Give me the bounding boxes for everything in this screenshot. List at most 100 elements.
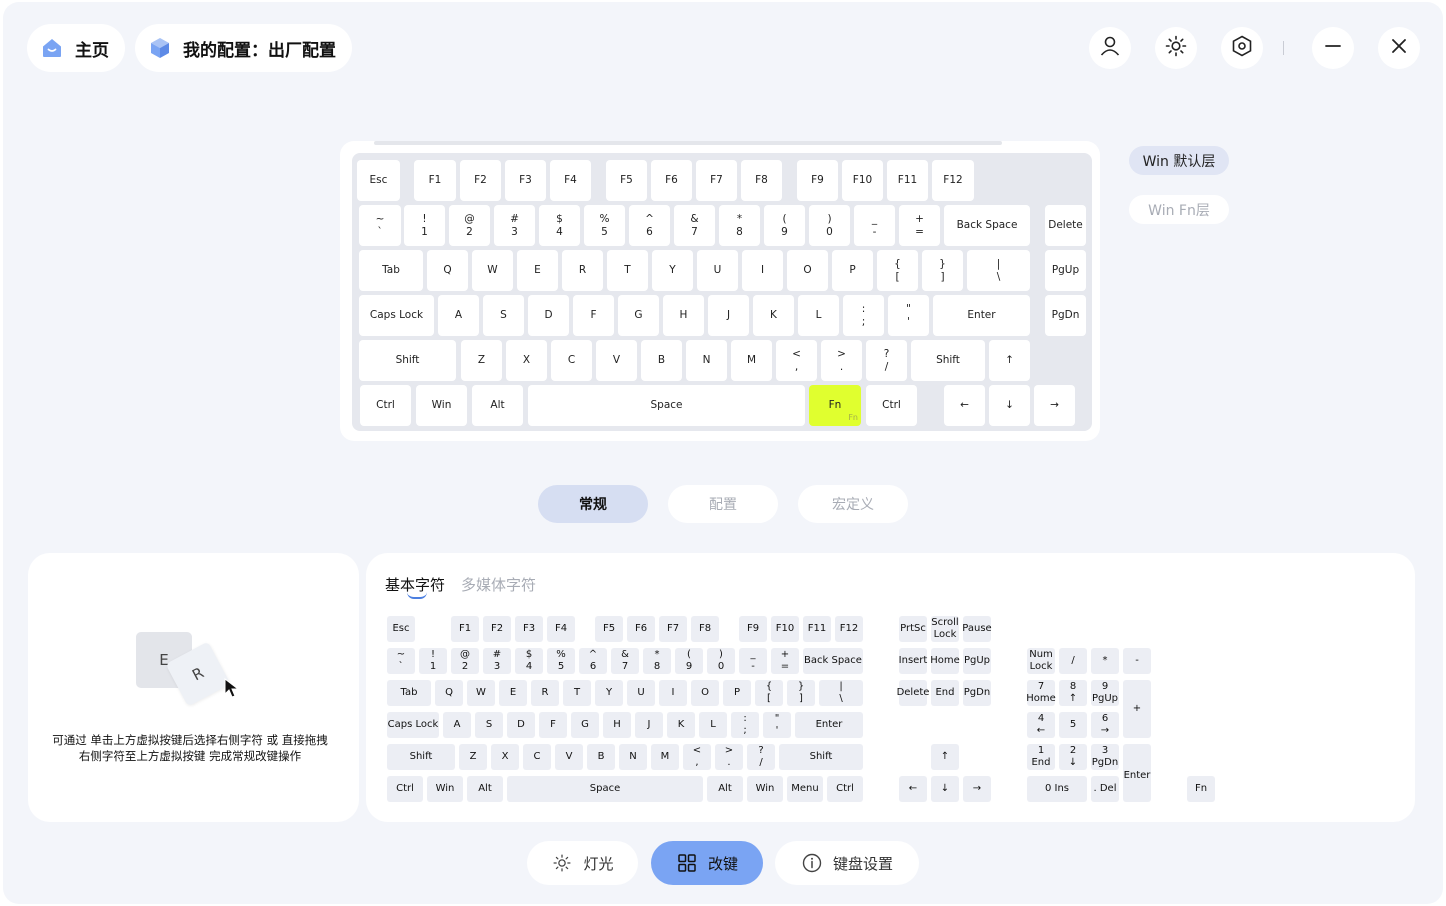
- char-key-f7[interactable]: F7: [659, 616, 687, 642]
- char-key-f5[interactable]: F5: [595, 616, 623, 642]
- tab-macro[interactable]: 宏定义: [798, 485, 908, 523]
- kb-key-o[interactable]: O: [787, 250, 828, 291]
- char-key-f1[interactable]: F1: [451, 616, 479, 642]
- char-key-0[interactable]: ) 0: [707, 648, 735, 674]
- kb-key-f8[interactable]: F8: [741, 160, 782, 201]
- char-key-np0[interactable]: 0 Ins: [1027, 776, 1087, 802]
- char-key-f8[interactable]: F8: [691, 616, 719, 642]
- kb-key-equal[interactable]: + =: [899, 205, 940, 246]
- char-key-esc[interactable]: Esc: [387, 616, 415, 642]
- kb-key-7[interactable]: & 7: [674, 205, 715, 246]
- minimize-button[interactable]: [1312, 27, 1354, 69]
- char-key-npdiv[interactable]: /: [1059, 648, 1087, 674]
- kb-key-d[interactable]: D: [528, 295, 569, 336]
- theme-button[interactable]: [1155, 27, 1197, 69]
- kb-key-f5[interactable]: F5: [606, 160, 647, 201]
- char-key-lshift[interactable]: Shift: [387, 744, 455, 770]
- kb-key-5[interactable]: % 5: [584, 205, 625, 246]
- char-key-s[interactable]: S: [475, 712, 503, 738]
- kb-key-b[interactable]: B: [641, 340, 682, 381]
- kb-key-z[interactable]: Z: [461, 340, 502, 381]
- char-key-np9[interactable]: 9 PgUp: [1091, 680, 1119, 706]
- kb-key-9[interactable]: (9: [764, 205, 805, 246]
- layer-win-default[interactable]: Win 默认层: [1129, 146, 1229, 175]
- char-key-space[interactable]: Space: [507, 776, 703, 802]
- config-tab[interactable]: 我的配置：出厂配置: [135, 24, 352, 72]
- user-button[interactable]: [1089, 27, 1131, 69]
- kb-key-rshift[interactable]: Shift: [911, 340, 985, 381]
- kb-key-f11[interactable]: F11: [887, 160, 928, 201]
- char-key-left[interactable]: ←: [899, 776, 927, 802]
- char-key-quote[interactable]: " ': [763, 712, 791, 738]
- char-key-menu[interactable]: Menu: [787, 776, 823, 802]
- kb-key-delete[interactable]: Delete: [1045, 205, 1086, 246]
- kb-key-rbracket[interactable]: }]: [922, 250, 963, 291]
- char-key-j[interactable]: J: [635, 712, 663, 738]
- char-key-p[interactable]: P: [723, 680, 751, 706]
- kb-key-fn[interactable]: Fn Fn: [809, 385, 861, 426]
- char-key-1[interactable]: ! 1: [419, 648, 447, 674]
- char-key-n[interactable]: N: [619, 744, 647, 770]
- char-key-delete[interactable]: Delete: [897, 680, 929, 706]
- char-key-home[interactable]: Home: [930, 648, 960, 674]
- char-key-pgup[interactable]: PgUp: [963, 648, 991, 674]
- char-key-npmul[interactable]: *: [1091, 648, 1119, 674]
- char-key-f12[interactable]: F12: [835, 616, 863, 642]
- char-key-rbracket[interactable]: }]: [787, 680, 815, 706]
- char-key-npsub[interactable]: -: [1123, 648, 1151, 674]
- char-key-v[interactable]: V: [555, 744, 583, 770]
- char-key-f6[interactable]: F6: [627, 616, 655, 642]
- char-key-slash[interactable]: ? /: [747, 744, 775, 770]
- char-key-f2[interactable]: F2: [483, 616, 511, 642]
- char-key-scroll[interactable]: Scroll Lock: [931, 616, 959, 642]
- char-key-up[interactable]: ↑: [931, 744, 959, 770]
- kb-key-g[interactable]: G: [618, 295, 659, 336]
- char-key-3[interactable]: #3: [483, 648, 511, 674]
- kb-key-f7[interactable]: F7: [696, 160, 737, 201]
- kb-key-lctrl[interactable]: Ctrl: [360, 385, 411, 426]
- kb-key-m[interactable]: M: [731, 340, 772, 381]
- kb-key-backslash[interactable]: | \: [967, 250, 1030, 291]
- kb-key-p[interactable]: P: [832, 250, 873, 291]
- kb-key-f2[interactable]: F2: [460, 160, 501, 201]
- char-key-l[interactable]: L: [699, 712, 727, 738]
- kb-key-8[interactable]: * 8: [719, 205, 760, 246]
- kb-key-q[interactable]: Q: [427, 250, 468, 291]
- kb-key-s[interactable]: S: [483, 295, 524, 336]
- kb-key-6[interactable]: ^ 6: [629, 205, 670, 246]
- char-key-e[interactable]: E: [499, 680, 527, 706]
- kb-key-lshift[interactable]: Shift: [359, 340, 456, 381]
- char-key-lbracket[interactable]: {[: [755, 680, 783, 706]
- char-key-z[interactable]: Z: [459, 744, 487, 770]
- char-key-f9[interactable]: F9: [739, 616, 767, 642]
- kb-key-left[interactable]: ←: [944, 385, 985, 426]
- char-key-f3[interactable]: F3: [515, 616, 543, 642]
- char-key-4[interactable]: $4: [515, 648, 543, 674]
- char-key-npenter[interactable]: Enter: [1123, 744, 1151, 802]
- char-key-period[interactable]: >.: [715, 744, 743, 770]
- char-key-b[interactable]: B: [587, 744, 615, 770]
- kb-key-y[interactable]: Y: [652, 250, 693, 291]
- char-key-semicolon[interactable]: :;: [731, 712, 759, 738]
- kb-key-pgdn[interactable]: PgDn: [1045, 295, 1086, 336]
- kb-key-comma[interactable]: <,: [776, 340, 817, 381]
- kb-key-rctrl[interactable]: Ctrl: [866, 385, 917, 426]
- kb-key-x[interactable]: X: [506, 340, 547, 381]
- char-key-u[interactable]: U: [627, 680, 655, 706]
- char-key-c[interactable]: C: [523, 744, 551, 770]
- char-key-np2[interactable]: 2 ↓: [1059, 744, 1087, 770]
- char-key-a[interactable]: A: [443, 712, 471, 738]
- tab-general[interactable]: 常规: [538, 485, 648, 523]
- kb-key-f3[interactable]: F3: [505, 160, 546, 201]
- kb-key-2[interactable]: @2: [449, 205, 490, 246]
- char-key-5[interactable]: % 5: [547, 648, 575, 674]
- char-key-pgdn[interactable]: PgDn: [963, 680, 991, 706]
- char-key-pause[interactable]: Pause: [962, 616, 992, 642]
- char-key-i[interactable]: I: [659, 680, 687, 706]
- char-key-backslash[interactable]: | \: [819, 680, 863, 706]
- kb-key-minus[interactable]: _ -: [854, 205, 895, 246]
- char-key-r[interactable]: R: [531, 680, 559, 706]
- kb-key-tab[interactable]: Tab: [359, 250, 423, 291]
- kb-key-t[interactable]: T: [607, 250, 648, 291]
- kb-key-esc[interactable]: Esc: [357, 160, 400, 201]
